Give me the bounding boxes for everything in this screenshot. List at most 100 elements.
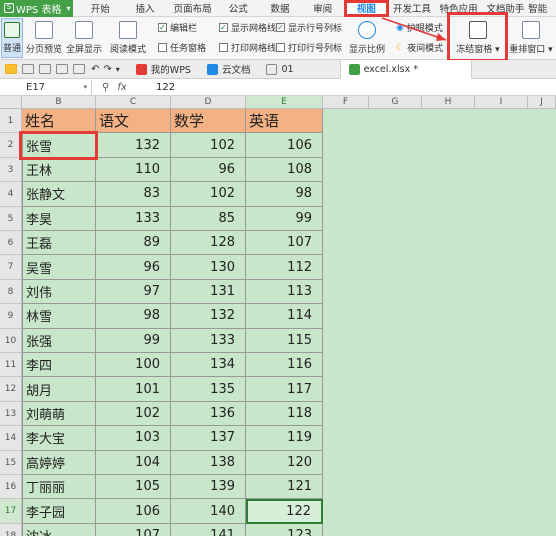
tab-my-wps[interactable]: 我的WPS bbox=[128, 60, 199, 79]
table-cell[interactable]: 139 bbox=[171, 475, 246, 500]
task-pane-checkbox[interactable]: 任务窗格 bbox=[158, 41, 206, 54]
table-cell[interactable]: 104 bbox=[96, 450, 171, 475]
table-cell[interactable]: 沈冰 bbox=[22, 523, 96, 536]
row-header[interactable]: 14 bbox=[0, 426, 22, 451]
table-cell[interactable]: 106 bbox=[246, 133, 323, 158]
tab-cloud-docs[interactable]: 云文档 bbox=[199, 60, 259, 79]
column-header-b[interactable]: B bbox=[22, 96, 96, 109]
table-cell[interactable]: 122 bbox=[246, 499, 323, 524]
column-header-c[interactable]: C bbox=[96, 96, 171, 109]
table-cell[interactable]: 138 bbox=[171, 450, 246, 475]
table-cell[interactable]: 134 bbox=[171, 353, 246, 378]
column-header-h[interactable]: H bbox=[422, 96, 475, 109]
table-cell[interactable]: 136 bbox=[171, 401, 246, 427]
redo-icon[interactable]: ↷ bbox=[103, 64, 111, 75]
menu-view[interactable]: 视图 bbox=[343, 0, 390, 17]
menu-formulas[interactable]: 公式 bbox=[218, 0, 258, 17]
table-cell[interactable]: 103 bbox=[96, 426, 171, 451]
export-pdf-icon[interactable] bbox=[73, 64, 85, 74]
row-header[interactable]: 10 bbox=[0, 328, 22, 353]
column-header-e[interactable]: E bbox=[246, 96, 323, 109]
table-cell[interactable]: 刘伟 bbox=[22, 279, 96, 305]
header-cell[interactable]: 姓名 bbox=[22, 109, 96, 134]
table-cell[interactable]: 120 bbox=[246, 450, 323, 475]
table-cell[interactable]: 133 bbox=[171, 328, 246, 353]
row-header[interactable]: 12 bbox=[0, 377, 22, 402]
menu-insert[interactable]: 插入 bbox=[123, 0, 167, 17]
row-header[interactable]: 8 bbox=[0, 279, 22, 305]
row-header[interactable]: 9 bbox=[0, 304, 22, 329]
menu-smart[interactable]: 智能 bbox=[528, 0, 556, 17]
table-cell[interactable]: 89 bbox=[96, 231, 171, 256]
table-cell[interactable]: 137 bbox=[171, 426, 246, 451]
table-cell[interactable]: 132 bbox=[96, 133, 171, 158]
table-cell[interactable]: 李四 bbox=[22, 353, 96, 378]
table-cell[interactable]: 106 bbox=[96, 499, 171, 524]
table-cell[interactable]: 140 bbox=[171, 499, 246, 524]
normal-view-button[interactable]: 普通 bbox=[1, 18, 23, 58]
formula-input[interactable]: 122 bbox=[146, 82, 175, 93]
print-preview-icon[interactable] bbox=[56, 64, 68, 74]
row-header[interactable]: 6 bbox=[0, 231, 22, 256]
table-cell[interactable]: 130 bbox=[171, 255, 246, 280]
table-cell[interactable]: 96 bbox=[96, 255, 171, 280]
table-cell[interactable]: 85 bbox=[171, 206, 246, 231]
table-cell[interactable]: 135 bbox=[171, 377, 246, 402]
table-cell[interactable]: 141 bbox=[171, 523, 246, 536]
table-cell[interactable]: 101 bbox=[96, 377, 171, 402]
table-cell[interactable]: 李子园 bbox=[22, 499, 96, 524]
page-break-preview-button[interactable]: 分页预览 bbox=[26, 18, 62, 55]
table-cell[interactable]: 121 bbox=[246, 475, 323, 500]
column-header-j[interactable]: J bbox=[528, 96, 556, 109]
print-headers-checkbox[interactable]: 打印行号列标 bbox=[276, 41, 342, 54]
tab-excel-xlsx[interactable]: excel.xlsx * bbox=[339, 59, 472, 79]
table-cell[interactable]: 119 bbox=[246, 426, 323, 451]
table-cell[interactable]: 107 bbox=[96, 523, 171, 536]
table-cell[interactable]: 林雪 bbox=[22, 304, 96, 329]
table-cell[interactable]: 99 bbox=[246, 206, 323, 231]
reading-mode-button[interactable]: 阅读模式 bbox=[106, 18, 150, 55]
table-cell[interactable]: 李昊 bbox=[22, 206, 96, 231]
menu-data[interactable]: 数据 bbox=[258, 0, 302, 17]
table-cell[interactable]: 王林 bbox=[22, 157, 96, 183]
table-cell[interactable]: 高婷婷 bbox=[22, 450, 96, 475]
row-header[interactable]: 16 bbox=[0, 475, 22, 500]
table-cell[interactable]: 107 bbox=[246, 231, 323, 256]
arrange-windows-button[interactable]: 重排窗口 ▾ bbox=[508, 18, 554, 55]
edit-bar-checkbox[interactable]: ✓ 编辑栏 bbox=[158, 21, 197, 34]
table-cell[interactable]: 108 bbox=[246, 157, 323, 183]
table-cell[interactable]: 王磊 bbox=[22, 231, 96, 256]
row-header[interactable]: 11 bbox=[0, 353, 22, 378]
table-cell[interactable]: 123 bbox=[246, 523, 323, 536]
table-cell[interactable]: 117 bbox=[246, 377, 323, 402]
table-cell[interactable]: 张强 bbox=[22, 328, 96, 353]
open-folder-icon[interactable] bbox=[5, 64, 17, 74]
table-cell[interactable]: 102 bbox=[96, 401, 171, 427]
table-cell[interactable]: 100 bbox=[96, 353, 171, 378]
table-cell[interactable]: 96 bbox=[171, 157, 246, 183]
row-header[interactable]: 3 bbox=[0, 157, 22, 183]
row-header[interactable]: 13 bbox=[0, 401, 22, 427]
table-cell[interactable]: 83 bbox=[96, 182, 171, 207]
table-cell[interactable]: 131 bbox=[171, 279, 246, 305]
table-cell[interactable]: 128 bbox=[171, 231, 246, 256]
table-cell[interactable]: 刘萌萌 bbox=[22, 401, 96, 427]
column-header-f[interactable]: F bbox=[323, 96, 369, 109]
menu-review[interactable]: 审阅 bbox=[302, 0, 344, 17]
table-cell[interactable]: 102 bbox=[171, 133, 246, 158]
column-header-g[interactable]: G bbox=[369, 96, 422, 109]
name-box[interactable]: E17 ▾ bbox=[0, 79, 92, 95]
save-icon[interactable] bbox=[22, 64, 34, 74]
undo-icon[interactable]: ↶ bbox=[91, 64, 99, 75]
table-cell[interactable]: 张静文 bbox=[22, 182, 96, 207]
column-header-i[interactable]: I bbox=[475, 96, 528, 109]
row-header[interactable]: 18 bbox=[0, 523, 22, 536]
table-cell[interactable]: 丁丽丽 bbox=[22, 475, 96, 500]
show-headers-checkbox[interactable]: ✓ 显示行号列标 bbox=[276, 21, 342, 34]
spreadsheet-grid[interactable]: B C D E F G H I J 1 姓名 语文 数学 英语 2 张雪 132 102 106 3… bbox=[0, 96, 556, 536]
menu-home[interactable]: 开始 bbox=[77, 0, 123, 17]
table-cell[interactable]: 115 bbox=[246, 328, 323, 353]
table-cell[interactable]: 133 bbox=[96, 206, 171, 231]
header-cell[interactable]: 语文 bbox=[96, 109, 171, 134]
table-cell[interactable]: 98 bbox=[96, 304, 171, 329]
